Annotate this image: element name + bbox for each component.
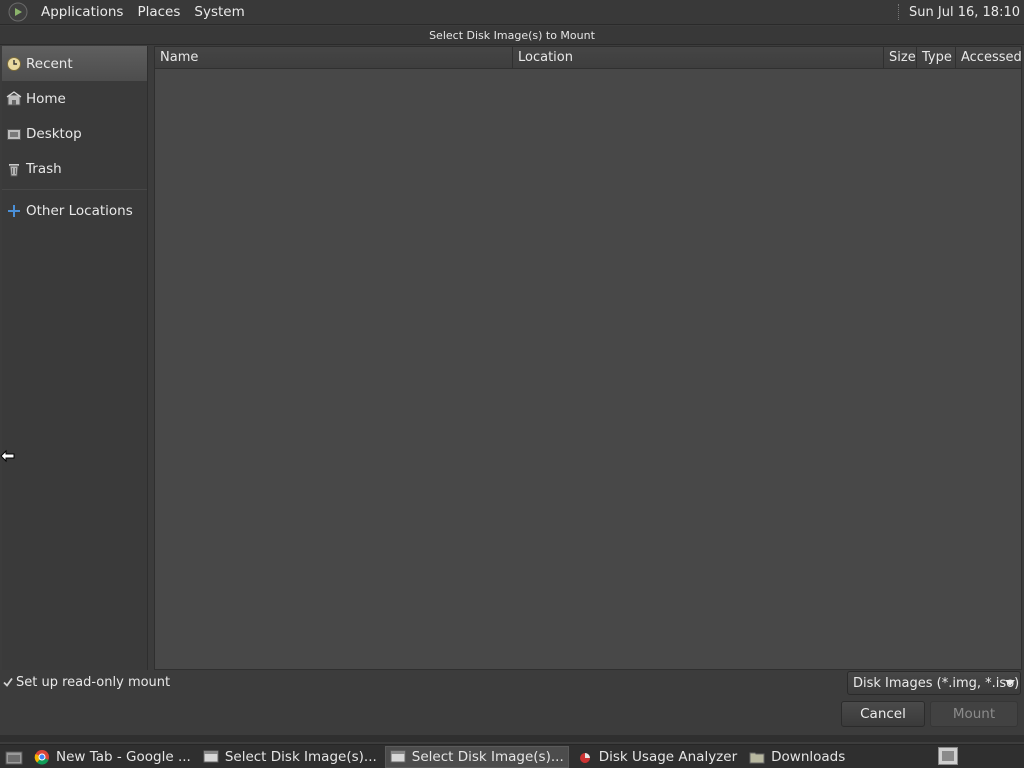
sidebar-item-label: Recent <box>26 55 73 72</box>
home-icon <box>6 90 22 105</box>
sidebar-item-label: Desktop <box>26 125 82 142</box>
workspace-window-preview <box>942 751 954 761</box>
task-label: Disk Usage Analyzer <box>598 748 738 765</box>
plus-icon <box>8 204 20 217</box>
window-frame-bottom <box>0 735 1024 742</box>
readonly-mount-checkbox[interactable]: Set up read-only mount <box>2 672 170 692</box>
column-header-row: Name Location Size Type Accessed <box>155 47 1022 69</box>
window-icon <box>390 750 406 762</box>
taskbar: New Tab - Google ... Select Disk Image(s… <box>0 744 1024 768</box>
disk-usage-icon <box>579 752 590 763</box>
task-label: Downloads <box>771 748 846 765</box>
column-header-name[interactable]: Name <box>155 47 513 68</box>
chevron-down-icon <box>1005 680 1015 686</box>
readonly-mount-label: Set up read-only mount <box>16 674 171 690</box>
task-disk-usage-analyzer[interactable]: Disk Usage Analyzer <box>573 746 741 768</box>
menu-applications[interactable]: Applications <box>34 0 130 25</box>
file-type-filter-select[interactable]: Disk Images (*.img, *.iso) <box>847 671 1021 695</box>
task-downloads[interactable]: Downloads <box>745 746 849 768</box>
resize-cursor-icon <box>0 449 15 463</box>
places-sidebar: Recent Home Desktop Trash Other Location… <box>2 46 148 670</box>
column-header-accessed[interactable]: Accessed <box>956 47 1022 68</box>
panel-separator <box>898 4 901 20</box>
menu-system[interactable]: System <box>187 0 251 25</box>
sidebar-item-trash[interactable]: Trash <box>2 151 147 186</box>
column-header-location[interactable]: Location <box>513 47 884 68</box>
sidebar-item-label: Other Locations <box>26 202 133 219</box>
task-label: New Tab - Google ... <box>56 748 191 765</box>
sidebar-item-desktop[interactable]: Desktop <box>2 116 147 151</box>
sidebar-item-home[interactable]: Home <box>2 81 147 116</box>
recent-icon <box>7 56 21 71</box>
chrome-icon <box>34 749 49 765</box>
dialog-title: Select Disk Image(s) to Mount <box>0 26 1024 45</box>
sidebar-item-label: Home <box>26 90 66 107</box>
trash-icon <box>9 163 19 176</box>
checkmark-icon <box>3 677 13 687</box>
column-header-size[interactable]: Size <box>884 47 917 68</box>
window-icon <box>203 750 219 762</box>
task-label: Select Disk Image(s)... <box>411 748 564 765</box>
show-desktop-icon[interactable] <box>4 747 24 767</box>
clock[interactable]: Sun Jul 16, 18:10 <box>909 5 1020 20</box>
sidebar-item-other-locations[interactable]: Other Locations <box>2 193 147 228</box>
sidebar-divider <box>2 189 147 190</box>
sidebar-item-recent[interactable]: Recent <box>2 46 147 81</box>
cancel-button[interactable]: Cancel <box>841 701 925 727</box>
filter-value: Disk Images (*.img, *.iso) <box>853 675 1020 691</box>
task-select-disk-image-1[interactable]: Select Disk Image(s)... <box>199 746 381 768</box>
folder-icon <box>749 752 765 763</box>
file-list[interactable]: Name Location Size Type Accessed <box>154 46 1022 670</box>
mount-button[interactable]: Mount <box>930 701 1018 727</box>
task-select-disk-image-2[interactable]: Select Disk Image(s)... <box>384 745 569 768</box>
sidebar-item-label: Trash <box>26 160 62 177</box>
mint-logo-icon[interactable] <box>8 2 28 22</box>
task-chrome-new-tab[interactable]: New Tab - Google ... <box>30 746 195 768</box>
top-panel: Applications Places System Sun Jul 16, 1… <box>0 0 1024 25</box>
desktop-icon <box>7 128 21 140</box>
task-label: Select Disk Image(s)... <box>224 748 377 765</box>
menu-places[interactable]: Places <box>130 0 187 25</box>
workspace-switcher[interactable] <box>938 747 958 765</box>
column-header-type[interactable]: Type <box>917 47 956 68</box>
